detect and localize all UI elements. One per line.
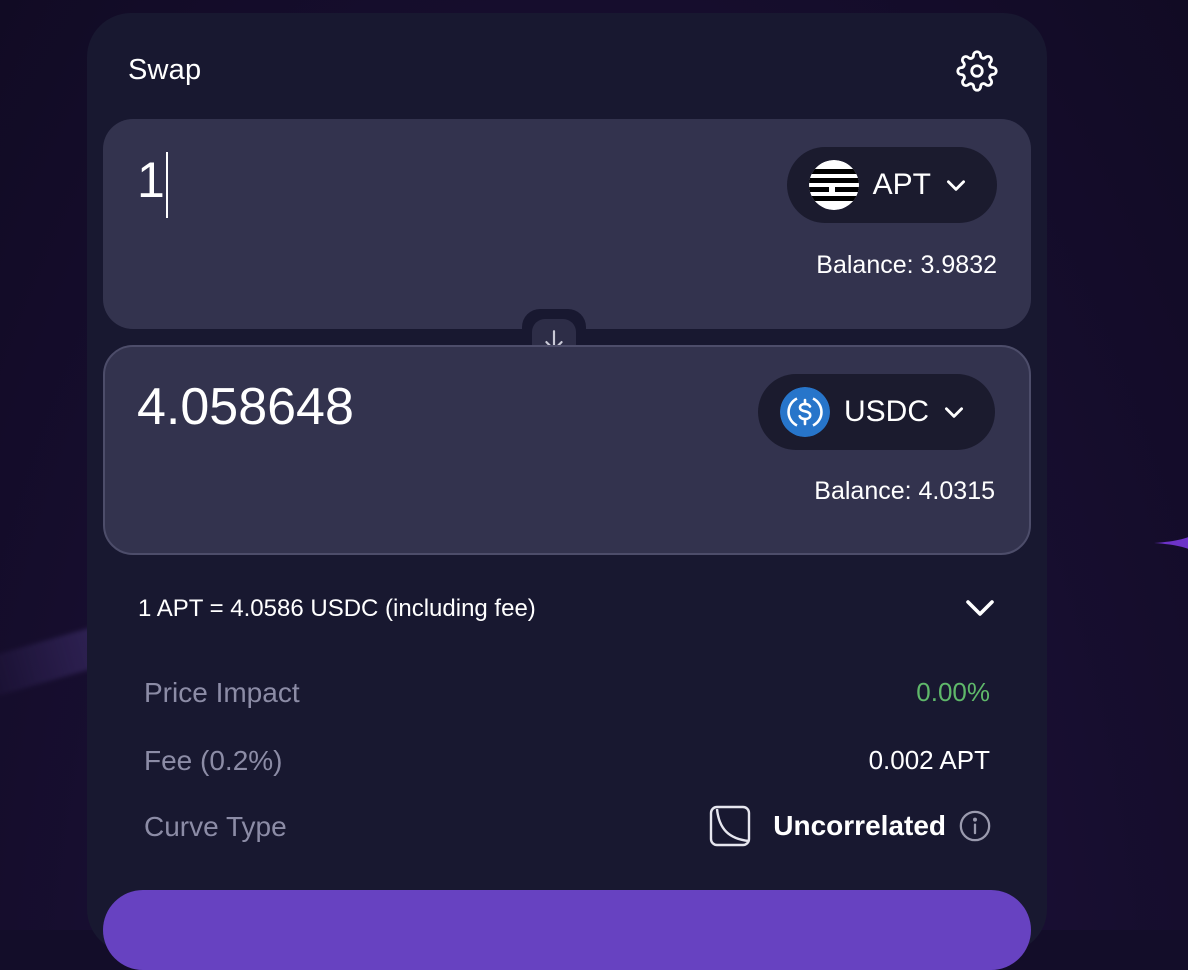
swap-button[interactable] [103, 890, 1031, 970]
page-title: Swap [128, 54, 201, 87]
fee-label: Fee (0.2%) [144, 745, 283, 777]
fee-value: 0.002 APT [869, 745, 990, 776]
exchange-rate: 1 APT = 4.0586 USDC (including fee) [138, 595, 536, 623]
curve-type-value: Uncorrelated [773, 810, 946, 842]
to-token-panel: USDC Balance: 4.0315 [103, 345, 1031, 555]
apt-token-icon [809, 160, 859, 210]
to-token-selector[interactable]: USDC [758, 374, 995, 450]
to-balance: Balance: 4.0315 [814, 477, 995, 506]
from-token-panel: APT Balance: 3.9832 [103, 119, 1031, 329]
curve-type-label: Curve Type [144, 811, 287, 843]
price-impact-label: Price Impact [144, 677, 300, 709]
background-star-decoration [1150, 508, 1188, 578]
to-amount-input[interactable] [137, 377, 657, 437]
from-balance: Balance: 3.9832 [816, 251, 997, 280]
chevron-down-icon[interactable] [962, 590, 998, 626]
from-token-symbol: APT [873, 168, 931, 202]
curve-type-value-group: Uncorrelated [709, 805, 992, 847]
gear-icon[interactable] [956, 50, 998, 92]
from-token-selector[interactable]: APT [787, 147, 997, 223]
info-icon[interactable] [958, 809, 992, 843]
usdc-token-icon [780, 387, 830, 437]
to-token-symbol: USDC [844, 395, 929, 429]
from-amount-input[interactable] [137, 151, 657, 209]
curve-icon [709, 805, 751, 847]
chevron-down-icon [941, 399, 967, 425]
price-impact-value: 0.00% [916, 677, 990, 708]
text-cursor [166, 152, 168, 218]
chevron-down-icon [943, 172, 969, 198]
